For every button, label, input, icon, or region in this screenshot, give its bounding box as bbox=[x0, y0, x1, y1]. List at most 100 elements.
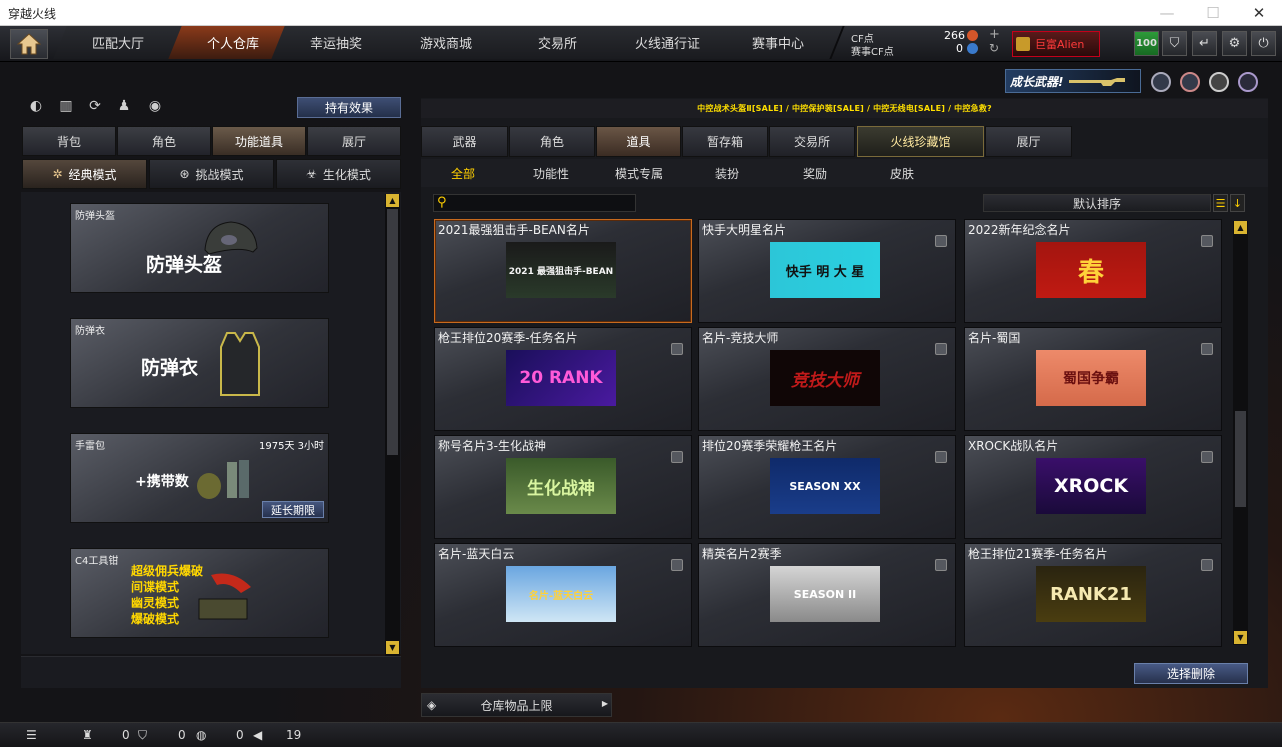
card-item[interactable]: 枪王排位20赛季-任务名片 20 RANK bbox=[434, 327, 692, 431]
chat-icon[interactable]: ◍ bbox=[196, 728, 206, 742]
scroll-down-arrow[interactable]: ▼ bbox=[1234, 631, 1247, 644]
minimize-button[interactable]: — bbox=[1144, 0, 1190, 26]
growth-weapon-banner[interactable]: 成长武器! bbox=[1005, 69, 1141, 93]
item-body-armor[interactable]: 防弹衣 防弹衣 bbox=[70, 318, 329, 408]
nav-tab-match-hall[interactable]: 匹配大厅 bbox=[53, 26, 185, 59]
scrollbar-thumb[interactable] bbox=[387, 209, 398, 455]
nav-tab-events[interactable]: 赛事中心 bbox=[713, 26, 845, 59]
refresh-icon[interactable]: ↻ bbox=[989, 41, 999, 55]
maximize-button[interactable]: ☐ bbox=[1190, 0, 1236, 26]
left-scrollbar[interactable]: ▲ ▼ bbox=[385, 194, 400, 656]
close-button[interactable]: ✕ bbox=[1236, 0, 1282, 26]
tab-backpack[interactable]: 背包 bbox=[22, 126, 116, 156]
tab-gallery[interactable]: 展厅 bbox=[985, 126, 1072, 157]
card-item[interactable]: 精英名片2赛季 SEASON II bbox=[698, 543, 956, 647]
card-item[interactable]: 名片-蜀国 蜀国争霸 bbox=[964, 327, 1222, 431]
subtab-functional[interactable]: 功能性 bbox=[533, 165, 569, 182]
mode-classic[interactable]: ✲ 经典模式 bbox=[22, 159, 147, 189]
card-item[interactable]: 2022新年纪念名片 春 bbox=[964, 219, 1222, 323]
badge-icon[interactable] bbox=[1209, 72, 1229, 92]
card-image: 蜀国争霸 bbox=[1036, 350, 1146, 406]
card-item[interactable]: 2021最强狙击手-BEAN名片 2021 最强狙击手-BEAN bbox=[434, 219, 692, 323]
c4-icon bbox=[198, 573, 251, 620]
scroll-up-arrow[interactable]: ▲ bbox=[386, 194, 399, 207]
subtab-mode-exclusive[interactable]: 模式专属 bbox=[615, 165, 663, 182]
speaker-icon[interactable]: ◀ bbox=[253, 728, 262, 742]
mode-zombie[interactable]: ☣ 生化模式 bbox=[276, 159, 401, 189]
emblem-icon[interactable] bbox=[1151, 72, 1171, 92]
card-item[interactable]: 枪王排位21赛季-任务名片 RANK21 bbox=[964, 543, 1222, 647]
card-image: SEASON II bbox=[770, 566, 880, 622]
tab-roles[interactable]: 角色 bbox=[509, 126, 595, 157]
card-title: 名片-竞技大师 bbox=[702, 331, 779, 345]
item-label: 手雷包 bbox=[75, 441, 105, 452]
clan-count: 0 bbox=[178, 728, 186, 742]
player-name-badge[interactable]: 巨富Alien bbox=[1012, 31, 1100, 57]
lock-icon bbox=[671, 343, 683, 355]
extend-term-button[interactable]: 延长期限 bbox=[262, 501, 324, 518]
nav-tab-game-shop[interactable]: 游戏商城 bbox=[381, 26, 513, 59]
character-icon[interactable]: ♟ bbox=[114, 96, 134, 116]
item-c4-pliers[interactable]: C4工具钳 超级佣兵爆破 间谍模式 幽灵模式 爆破模式 bbox=[70, 548, 329, 638]
card-title: 名片-蓝天白云 bbox=[438, 547, 515, 561]
shield-icon[interactable]: ⛉ bbox=[1162, 31, 1187, 56]
tab-weapons[interactable]: 武器 bbox=[421, 126, 508, 157]
list-view-icon[interactable]: ☰ bbox=[1213, 194, 1228, 212]
sort-dropdown[interactable]: 默认排序 bbox=[983, 194, 1211, 212]
storage-limit-button[interactable]: ◈ 仓库物品上限 ▶ bbox=[421, 693, 612, 717]
tab-trade[interactable]: 交易所 bbox=[769, 126, 855, 157]
card-item[interactable]: 名片-蓝天白云 名片-蓝天白云 bbox=[434, 543, 692, 647]
card-item[interactable]: 称号名片3-生化战神 生化战神 bbox=[434, 435, 692, 539]
right-scrollbar[interactable]: ▲ ▼ bbox=[1233, 221, 1248, 645]
scroll-down-arrow[interactable]: ▼ bbox=[386, 641, 399, 654]
tab-storage-box[interactable]: 暂存箱 bbox=[682, 126, 768, 157]
status-bar: ☰ ♜ 0 ⛉ 0 ◍ 0 ◀ 19 bbox=[0, 722, 1282, 747]
crest-icon[interactable] bbox=[1238, 72, 1258, 92]
add-icon[interactable]: + bbox=[989, 27, 1000, 42]
home-button[interactable] bbox=[10, 29, 48, 59]
stats-icon[interactable]: ▥ bbox=[56, 96, 76, 116]
mode-challenge[interactable]: ⊛ 挑战模式 bbox=[149, 159, 274, 189]
tab-showroom[interactable]: 展厅 bbox=[307, 126, 401, 156]
item-grenade-pack[interactable]: 手雷包 1975天 3小时 +携带数 延长期限 bbox=[70, 433, 329, 523]
card-title: 枪王排位21赛季-任务名片 bbox=[968, 547, 1108, 561]
classic-mode-icon: ✲ bbox=[52, 167, 63, 181]
subtab-all[interactable]: 全部 bbox=[451, 165, 475, 182]
bag-icon[interactable]: ◉ bbox=[145, 96, 165, 116]
globe-icon[interactable] bbox=[1180, 72, 1200, 92]
scrollbar-thumb[interactable] bbox=[1235, 411, 1246, 507]
list-icon[interactable]: ☰ bbox=[26, 728, 37, 742]
zombie-mode-icon: ☣ bbox=[306, 167, 317, 181]
toggle-off-icon[interactable]: ◐ bbox=[26, 96, 46, 116]
tab-items[interactable]: 道具 bbox=[596, 126, 681, 157]
nav-tab-label: 幸运抽奖 bbox=[309, 37, 362, 52]
card-item[interactable]: 快手大明星名片 快手 明 大 星 bbox=[698, 219, 956, 323]
tab-function-items[interactable]: 功能道具 bbox=[212, 126, 306, 156]
card-item[interactable]: XROCK战队名片 XROCK bbox=[964, 435, 1222, 539]
sort-direction-icon[interactable]: ↓ bbox=[1230, 194, 1245, 212]
card-item[interactable]: 名片-竞技大师 竞技大师 bbox=[698, 327, 956, 431]
power-icon[interactable]: ⏻ bbox=[1251, 31, 1276, 56]
item-helmet[interactable]: 防弹头盔 防弹头盔 bbox=[70, 203, 329, 293]
search-input[interactable]: ⚲ bbox=[433, 194, 636, 212]
scroll-up-arrow[interactable]: ▲ bbox=[1234, 221, 1247, 234]
notice-banner[interactable]: 中控战术头盔Ⅱ[SALE] / 中控保护装[SALE] / 中控无线电[SALE… bbox=[421, 99, 1268, 118]
owned-effects-button[interactable]: 持有效果 bbox=[297, 97, 401, 118]
return-icon[interactable]: ↵ bbox=[1192, 31, 1217, 56]
tab-collection-hall[interactable]: 火线珍藏馆 bbox=[857, 126, 984, 157]
friends-icon[interactable]: ♜ bbox=[82, 728, 93, 742]
tab-character[interactable]: 角色 bbox=[117, 126, 211, 156]
card-title: 名片-蜀国 bbox=[968, 331, 1021, 345]
match-cf-points-label: 赛事CF点 bbox=[851, 47, 894, 58]
clan-icon[interactable]: ⛉ bbox=[138, 728, 147, 743]
gear-icon[interactable]: ⚙ bbox=[1222, 31, 1247, 56]
subtab-skins[interactable]: 皮肤 bbox=[890, 165, 914, 182]
card-item[interactable]: 排位20赛季荣耀枪王名片 SEASON XX bbox=[698, 435, 956, 539]
subtab-rewards[interactable]: 奖励 bbox=[803, 165, 827, 182]
lock-icon bbox=[935, 559, 947, 571]
select-delete-button[interactable]: 选择删除 bbox=[1134, 663, 1248, 684]
cycle-icon[interactable]: ⟳ bbox=[85, 96, 105, 116]
subtab-cosmetics[interactable]: 装扮 bbox=[715, 165, 739, 182]
card-image: 20 RANK bbox=[506, 350, 616, 406]
chat-count: 0 bbox=[236, 728, 244, 742]
